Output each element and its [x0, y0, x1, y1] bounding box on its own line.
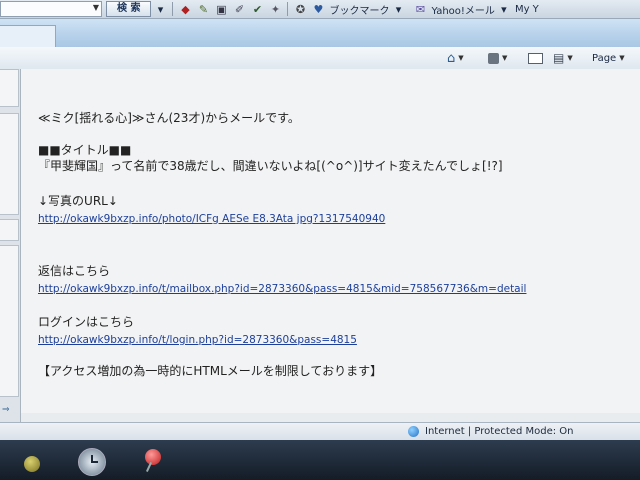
arrow-right-icon[interactable]: ⇒: [2, 405, 10, 415]
shield-icon[interactable]: ◆: [178, 2, 192, 16]
media-player-icon[interactable]: [24, 456, 40, 472]
search-toolbar: ▼ 検 索 ▾ ◆ ✎ ▣ ✐ ✔ ✦ ✪ ♥ ブックマーク ▾ ✉ Yahoo…: [0, 0, 640, 19]
browser-tab[interactable]: [0, 25, 56, 48]
chevron-down-icon[interactable]: ▾: [497, 2, 511, 16]
photo-url-heading: ↓写真のURL↓: [38, 194, 118, 208]
pushpin-icon[interactable]: [145, 449, 161, 465]
toolbar-divider: [172, 2, 174, 16]
taskbar: [0, 440, 640, 480]
chevron-down-icon[interactable]: ▼: [619, 54, 624, 62]
sender-line: ≪ミク[揺れる心]≫さん(23才)からメールです。: [38, 111, 300, 125]
left-pane-item[interactable]: [0, 245, 19, 397]
left-pane-item[interactable]: [0, 113, 19, 215]
notice-text: 【アクセス増加の為一時的にHTMLメールを制限しております】: [38, 364, 383, 378]
bookmark-icon[interactable]: ♥: [311, 2, 325, 16]
home-button[interactable]: ⌂ ▼: [447, 50, 464, 66]
command-bar: ⌂ ▼ ▼ ▤ ▼ Page ▼: [0, 47, 640, 70]
reply-link[interactable]: http://okawk9bxzp.info/t/mailbox.php?id=…: [38, 281, 526, 297]
rss-icon: [488, 52, 499, 64]
page-menu-label: Page: [592, 52, 617, 64]
message-view: ≪ミク[揺れる心]≫さん(23才)からメールです。 ■■タイトル■■ 『甲斐輝国…: [21, 69, 640, 413]
search-button[interactable]: 検 索: [106, 1, 152, 17]
chevron-down-icon[interactable]: ▼: [502, 54, 507, 62]
chevron-down-icon[interactable]: ▼: [458, 54, 463, 62]
globe-icon: [408, 426, 419, 437]
login-link[interactable]: http://okawk9bxzp.info/t/login.php?id=28…: [38, 332, 357, 348]
home-icon: ⌂: [447, 50, 456, 66]
bookmark-menu[interactable]: ブックマーク: [329, 2, 389, 17]
title-text: 『甲斐輝国』って名前で38歳だし、間違いないよね[(^o^)]サイト変えたんでし…: [38, 159, 503, 173]
pencil-icon[interactable]: ✎: [196, 2, 210, 16]
highlight-icon[interactable]: ✐: [232, 2, 246, 16]
title-heading: ■■タイトル■■: [38, 143, 132, 157]
mail-icon[interactable]: ✉: [413, 2, 427, 16]
chevron-down-icon[interactable]: ▾: [153, 2, 167, 16]
browser-frame: [0, 19, 640, 48]
chevron-down-icon[interactable]: ▾: [391, 2, 405, 16]
printer-icon: ▤: [553, 51, 565, 65]
login-heading: ログインはこちら: [38, 315, 135, 329]
clock-icon[interactable]: [78, 448, 106, 476]
read-mail-button[interactable]: [528, 50, 543, 66]
toolbar-divider: [287, 2, 289, 16]
print-button[interactable]: ▤ ▼: [553, 50, 573, 66]
chevron-down-icon[interactable]: ▼: [567, 54, 572, 62]
chevron-down-icon[interactable]: ▼: [93, 3, 99, 12]
feeds-button[interactable]: ▼: [488, 50, 507, 66]
star-icon[interactable]: ✪: [293, 2, 307, 16]
left-pane: ⇒: [0, 69, 21, 425]
my-yahoo-button[interactable]: My Y: [515, 4, 539, 15]
security-zone-status[interactable]: Internet | Protected Mode: On: [425, 426, 573, 437]
page-menu-button[interactable]: Page ▼: [592, 50, 625, 66]
reply-heading: 返信はこちら: [38, 264, 111, 278]
gear-icon[interactable]: ✦: [268, 2, 282, 16]
yahoo-mail-button[interactable]: Yahoo!メール: [431, 2, 494, 17]
photo-url-link[interactable]: http://okawk9bxzp.info/photo/ICFg AESe E…: [38, 211, 385, 227]
check-icon[interactable]: ✔: [250, 2, 264, 16]
search-dropdown[interactable]: ▼: [0, 1, 102, 17]
mail-icon: [528, 52, 543, 64]
left-pane-item[interactable]: [0, 69, 19, 107]
status-bar: Internet | Protected Mode: On: [0, 422, 640, 441]
translate-icon[interactable]: ▣: [214, 2, 228, 16]
left-pane-item[interactable]: [0, 219, 19, 241]
